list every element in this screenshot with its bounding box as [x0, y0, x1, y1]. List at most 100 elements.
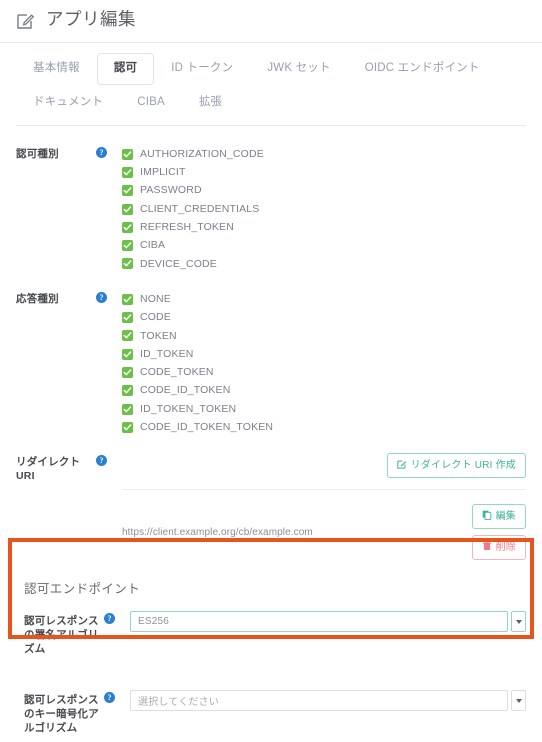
checkmark-icon[interactable] — [122, 330, 133, 342]
checkbox-label: REFRESH_TOKEN — [140, 221, 234, 234]
checkbox-label: NONE — [140, 292, 171, 305]
checkbox-item[interactable]: CIBA — [122, 236, 526, 254]
authz-response-key-enc-alg-help: ? — [104, 690, 130, 704]
checkbox-item[interactable]: CODE_TOKEN — [122, 363, 526, 381]
page-header: アプリ編集 — [0, 0, 542, 42]
checkbox-item[interactable]: CLIENT_CREDENTIALS — [122, 200, 526, 218]
form-area: 認可種別 ? AUTHORIZATION_CODE IMPLICIT PASSW… — [0, 126, 542, 742]
tab-id-token[interactable]: ID トークン — [154, 53, 250, 85]
copy-icon — [482, 510, 492, 523]
checkbox-item[interactable]: CODE_ID_TOKEN_TOKEN — [122, 418, 526, 436]
tab-oidc-endpoint[interactable]: OIDC エンドポイント — [348, 53, 497, 85]
checkbox-label: CODE — [140, 311, 171, 324]
redirect-uri-help: ? — [96, 453, 122, 467]
create-redirect-uri-button[interactable]: リダイレクト URI 作成 — [386, 453, 526, 479]
authz-response-key-enc-alg-label: 認可レスポンスのキー暗号化アルゴリズム — [24, 694, 99, 735]
checkmark-icon[interactable] — [122, 148, 133, 160]
grant-types-options: AUTHORIZATION_CODE IMPLICIT PASSWORD CLI… — [122, 145, 526, 273]
authz-response-key-enc-alg-control: 選択してください — [130, 690, 526, 712]
checkbox-label: CLIENT_CREDENTIALS — [140, 202, 260, 215]
checkbox-label: TOKEN — [140, 329, 177, 342]
checkbox-item[interactable]: TOKEN — [122, 327, 526, 345]
grant-types-label: 認可種別 — [16, 148, 59, 160]
tab-document[interactable]: ドキュメント — [16, 87, 120, 119]
edit-square-icon — [16, 11, 35, 30]
checkmark-icon[interactable] — [122, 385, 133, 397]
checkbox-item[interactable]: REFRESH_TOKEN — [122, 218, 526, 236]
key-enc-alg-select-wrap: 選択してください — [130, 690, 526, 712]
grant-types-checkbox-list: AUTHORIZATION_CODE IMPLICIT PASSWORD CLI… — [122, 145, 526, 273]
checkmark-icon[interactable] — [122, 312, 133, 324]
checkmark-icon[interactable] — [122, 203, 133, 215]
checkbox-item[interactable]: NONE — [122, 290, 526, 308]
tab-basic-info[interactable]: 基本情報 — [16, 53, 97, 85]
field-authz-response-signing-alg: 認可レスポンスの署名アルゴリズム ? ES256 — [16, 611, 526, 656]
response-types-checkbox-list: NONE CODE TOKEN ID_TOKEN CODE_TOKEN CODE… — [122, 290, 526, 436]
help-icon[interactable]: ? — [104, 613, 115, 625]
signing-alg-select[interactable]: ES256 — [130, 611, 508, 633]
checkmark-icon[interactable] — [122, 421, 133, 433]
create-redirect-uri-label: リダイレクト URI 作成 — [410, 459, 516, 471]
edit-redirect-uri-button[interactable]: 編集 — [471, 504, 526, 530]
checkmark-icon[interactable] — [122, 348, 133, 360]
edit-square-icon — [396, 459, 407, 472]
field-grant-types: 認可種別 ? AUTHORIZATION_CODE IMPLICIT PASSW… — [16, 126, 526, 273]
chevron-down-icon — [515, 619, 522, 624]
checkbox-item[interactable]: CODE_ID_TOKEN — [122, 382, 526, 400]
checkbox-item[interactable]: ID_TOKEN_TOKEN — [122, 400, 526, 418]
signing-alg-select-wrap: ES256 — [130, 611, 526, 633]
checkbox-item[interactable]: PASSWORD — [122, 182, 526, 200]
field-response-types: 応答種別 ? NONE CODE TOKEN ID_TOKEN CODE_TOK… — [16, 273, 526, 436]
key-enc-alg-select[interactable]: 選択してください — [130, 690, 508, 712]
help-icon[interactable]: ? — [96, 147, 107, 158]
redirect-uri-actions: 編集 削除 — [471, 504, 526, 561]
checkbox-item[interactable]: DEVICE_CODE — [122, 255, 526, 273]
checkbox-label: CIBA — [140, 239, 166, 252]
checkbox-label: DEVICE_CODE — [140, 257, 217, 270]
delete-redirect-uri-label: 削除 — [495, 541, 516, 553]
edit-redirect-uri-label: 編集 — [495, 510, 516, 522]
tab-bar: 基本情報 認可 ID トークン JWK セット OIDC エンドポイント ドキュ… — [0, 43, 542, 118]
help-icon[interactable]: ? — [104, 692, 115, 704]
tab-ciba[interactable]: CIBA — [120, 87, 182, 119]
checkbox-item[interactable]: AUTHORIZATION_CODE — [122, 145, 526, 163]
checkmark-icon[interactable] — [122, 185, 133, 197]
help-icon[interactable]: ? — [96, 292, 107, 304]
signing-alg-dropdown-toggle[interactable] — [511, 611, 526, 633]
app-edit-page: アプリ編集 基本情報 認可 ID トークン JWK セット OIDC エンドポイ… — [0, 0, 542, 742]
delete-redirect-uri-button[interactable]: 削除 — [471, 535, 526, 561]
help-icon[interactable]: ? — [96, 455, 107, 467]
key-enc-alg-dropdown-toggle[interactable] — [511, 690, 526, 712]
checkmark-icon[interactable] — [122, 366, 133, 378]
checkbox-label: CODE_ID_TOKEN_TOKEN — [140, 421, 274, 434]
response-types-help: ? — [96, 290, 122, 304]
redirect-uri-label: リダイレクト URI — [16, 456, 81, 483]
redirect-uri-value: https://client.example.org/cb/example.co… — [122, 526, 313, 538]
checkmark-icon[interactable] — [122, 258, 133, 270]
checkmark-icon[interactable] — [122, 403, 133, 415]
checkmark-icon[interactable] — [122, 221, 133, 233]
checkbox-item[interactable]: IMPLICIT — [122, 163, 526, 181]
checkmark-icon[interactable] — [122, 166, 133, 178]
grant-types-help: ? — [96, 145, 122, 158]
checkbox-label: CODE_TOKEN — [140, 366, 214, 379]
checkbox-label: PASSWORD — [140, 184, 202, 197]
authz-response-signing-alg-control: ES256 — [130, 611, 526, 633]
trash-icon — [482, 541, 492, 554]
checkbox-item[interactable]: ID_TOKEN — [122, 345, 526, 363]
checkbox-label: AUTHORIZATION_CODE — [140, 147, 264, 160]
tab-extension[interactable]: 拡張 — [182, 87, 239, 119]
checkbox-label: ID_TOKEN_TOKEN — [140, 402, 237, 415]
tab-jwk-set[interactable]: JWK セット — [250, 53, 347, 85]
authz-response-signing-alg-help: ? — [104, 611, 130, 625]
checkbox-label: CODE_ID_TOKEN — [140, 384, 231, 397]
tab-authorization[interactable]: 認可 — [96, 53, 155, 85]
chevron-down-icon — [515, 698, 522, 703]
checkbox-item[interactable]: CODE — [122, 308, 526, 326]
checkmark-icon[interactable] — [122, 293, 133, 305]
authorization-endpoint-heading: 認可エンドポイント — [24, 582, 141, 597]
response-types-options: NONE CODE TOKEN ID_TOKEN CODE_TOKEN CODE… — [122, 290, 526, 436]
field-authz-response-key-enc-alg: 認可レスポンスのキー暗号化アルゴリズム ? 選択してください — [16, 656, 526, 735]
field-redirect-uri: リダイレクト URI ? リダイレクト URI 作成 https://clien… — [16, 436, 526, 561]
checkmark-icon[interactable] — [122, 240, 133, 252]
